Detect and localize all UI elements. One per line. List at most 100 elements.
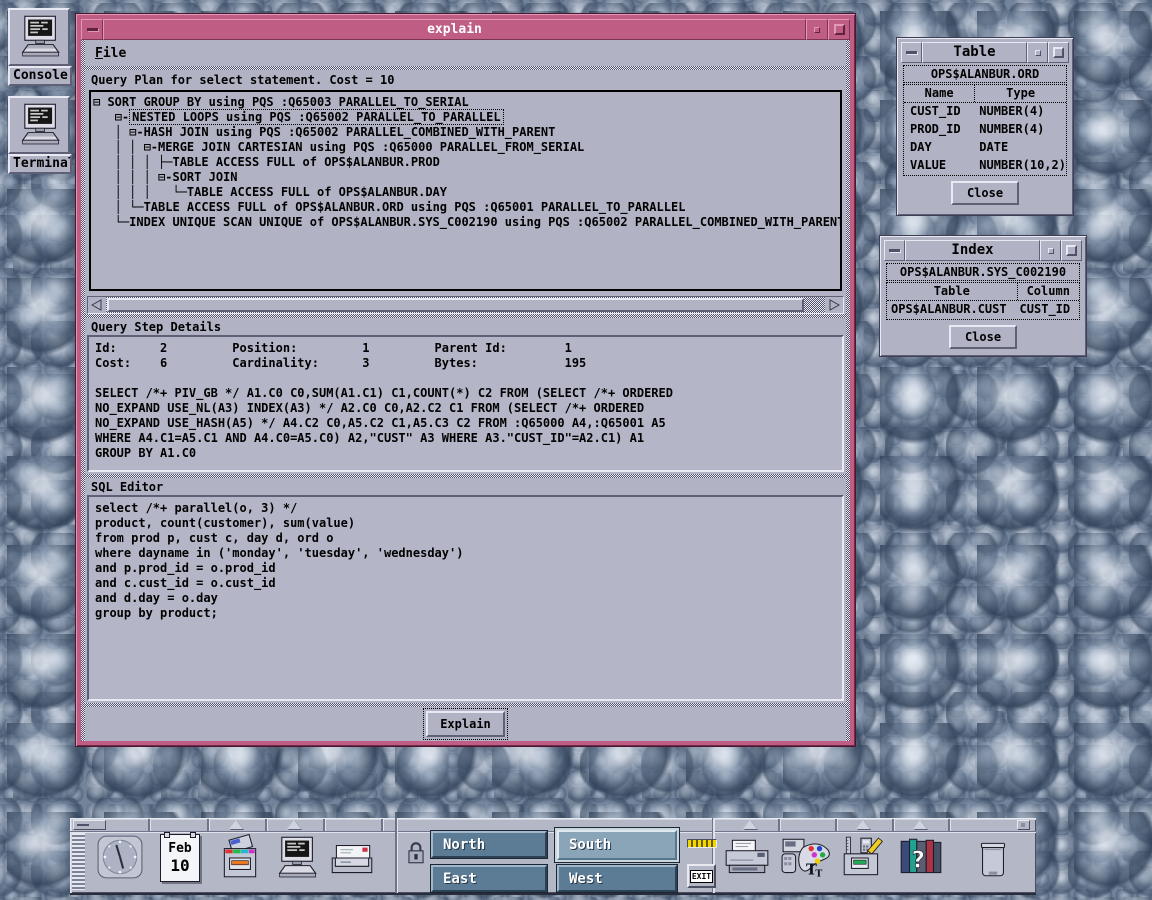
window-menu-icon [87, 28, 98, 31]
maximize-button[interactable] [1048, 42, 1069, 63]
tree-node[interactable]: ⊟ SORT GROUP BY using PQS :Q65003 PARALL… [93, 95, 838, 110]
tree-node[interactable]: │ │ │ └─TABLE ACCESS FULL of OPS$ALANBUR… [93, 185, 838, 200]
exit-button[interactable]: EXIT [687, 864, 716, 888]
subpanel-arrow-files[interactable] [229, 820, 243, 829]
window-menu-icon [906, 51, 917, 54]
trash-icon[interactable] [970, 834, 1016, 886]
svg-text:T: T [815, 869, 822, 880]
panel-divider [948, 819, 950, 831]
table-row: DAY DATE [904, 139, 1066, 157]
desktop: { "desktop": { "icons": [ { "label": "Co… [0, 0, 1152, 900]
minimize-icon [1035, 50, 1041, 56]
activity-indicator [687, 839, 717, 848]
console-icon[interactable] [8, 8, 70, 66]
query-step-details-pane: Query Step Details Id: 2 Position: 1 Par… [85, 318, 846, 474]
explain-window: explain File Query Plan for select state… [76, 14, 855, 746]
close-button[interactable]: Close [951, 181, 1019, 205]
panel-menu-button[interactable] [1017, 820, 1030, 830]
activity-light [688, 840, 716, 847]
button-pane: Explain [85, 707, 846, 741]
scrollbar-track[interactable] [106, 297, 825, 313]
maximize-button[interactable] [828, 19, 850, 40]
clock-icon[interactable] [96, 834, 144, 884]
close-button[interactable]: Close [949, 325, 1017, 349]
workstation-icon [15, 101, 63, 149]
minimize-icon [1048, 248, 1054, 254]
tree-node[interactable]: └─INDEX UNIQUE SCAN UNIQUE of OPS$ALANBU… [93, 215, 838, 230]
help-icon[interactable]: ? [896, 834, 946, 886]
calendar-clip [190, 832, 196, 838]
scrollbar-thumb[interactable] [107, 298, 804, 312]
menu-file[interactable]: File [95, 46, 126, 61]
panel-minimize-button[interactable] [73, 820, 106, 830]
console-icon-label[interactable]: Console [8, 66, 72, 86]
columns-table-header: Name Type [904, 85, 1066, 103]
workspace-button-north[interactable]: North [431, 831, 547, 858]
subpanel-arrow-printers[interactable] [743, 820, 757, 829]
panel-divider [892, 819, 894, 831]
table-window-title: Table [922, 42, 1027, 63]
panel-divider [207, 819, 209, 831]
window-menu-button[interactable] [901, 42, 922, 63]
tree-hscrollbar[interactable] [87, 296, 844, 314]
terminal-icon[interactable] [8, 96, 70, 154]
tree-node[interactable]: │ ⊟-HASH JOIN using PQS :Q65002 PARALLEL… [93, 125, 838, 140]
minimize-button[interactable] [1027, 42, 1048, 63]
file-manager-icon[interactable] [216, 834, 264, 886]
tree-node[interactable]: │ └─TABLE ACCESS FULL of OPS$ALANBUR.ORD… [93, 200, 838, 215]
query-step-details-label: Query Step Details [91, 320, 221, 334]
table-row: CUST_ID NUMBER(4) [904, 103, 1066, 121]
tree-node-selected[interactable]: ⊟-NESTED LOOPS using PQS :Q65002 PARALLE… [93, 110, 838, 125]
close-button-bar: Close [885, 321, 1081, 353]
maximize-icon [1053, 47, 1064, 58]
window-menu-button[interactable] [884, 240, 905, 261]
panel-grip-handle[interactable] [72, 833, 85, 890]
applications-icon[interactable] [838, 834, 888, 886]
subpanel-arrow-applications[interactable] [856, 820, 870, 829]
workspace-button-west[interactable]: West [557, 865, 677, 892]
lock-icon[interactable] [405, 840, 427, 870]
minimize-icon [814, 27, 820, 33]
index-window: Index OPS$ALANBUR.SYS_C002190 Table Colu… [880, 236, 1086, 356]
maximize-button[interactable] [1061, 240, 1082, 261]
scroll-right-arrow[interactable] [825, 297, 843, 313]
query-plan-header: Query Plan for select statement. Cost = … [91, 73, 394, 87]
window-menu-icon [889, 249, 900, 252]
sql-editor-text[interactable]: select /*+ parallel(o, 3) */ product, co… [87, 495, 844, 701]
index-window-body: OPS$ALANBUR.SYS_C002190 Table Column OPS… [884, 261, 1082, 354]
tree-node[interactable]: │ │ │ ├─TABLE ACCESS FULL of OPS$ALANBUR… [93, 155, 838, 170]
terminal-icon[interactable] [272, 834, 320, 886]
sql-editor-label: SQL Editor [91, 480, 163, 494]
table-titlebar[interactable]: Table [901, 42, 1069, 63]
header-table: Table [887, 283, 1018, 300]
panel-divider [265, 819, 267, 831]
calendar-icon[interactable]: Feb 10 [160, 834, 200, 882]
window-menu-button[interactable] [81, 19, 103, 40]
tree-node[interactable]: │ │ ⊟-MERGE JOIN CARTESIAN using PQS :Q6… [93, 140, 838, 155]
minimize-button[interactable] [806, 19, 828, 40]
query-plan-tree: ⊟ SORT GROUP BY using PQS :Q65003 PARALL… [89, 90, 842, 291]
front-panel: Feb 10 [70, 818, 1036, 893]
sql-editor-pane: SQL Editor select /*+ parallel(o, 3) */ … [85, 478, 846, 703]
subpanel-arrow-hosts[interactable] [287, 820, 301, 829]
index-table-header: Table Column [887, 283, 1079, 301]
scroll-left-arrow[interactable] [88, 297, 106, 313]
explain-titlebar[interactable]: explain [81, 19, 850, 40]
minimize-icon [77, 824, 89, 826]
header-column: Column [1018, 283, 1079, 300]
minimize-button[interactable] [1040, 240, 1061, 261]
subpanel-arrow-help[interactable] [913, 820, 927, 829]
tree-node[interactable]: │ │ │ ⊟-SORT JOIN [93, 170, 838, 185]
close-button-bar: Close [902, 177, 1068, 209]
terminal-icon-label[interactable]: Terminal [8, 154, 72, 174]
explain-button[interactable]: Explain [426, 711, 505, 737]
panel-divider [835, 819, 837, 831]
index-titlebar[interactable]: Index [884, 240, 1082, 261]
workspace-button-east[interactable]: East [431, 865, 547, 892]
workspace-button-south[interactable]: South [557, 830, 677, 860]
style-manager-icon[interactable]: T T [780, 834, 832, 886]
mail-icon[interactable] [326, 834, 378, 886]
workspace-switcher: North South East West EXIT [395, 818, 715, 893]
printer-icon[interactable] [722, 834, 772, 886]
calendar-clip [164, 832, 170, 838]
